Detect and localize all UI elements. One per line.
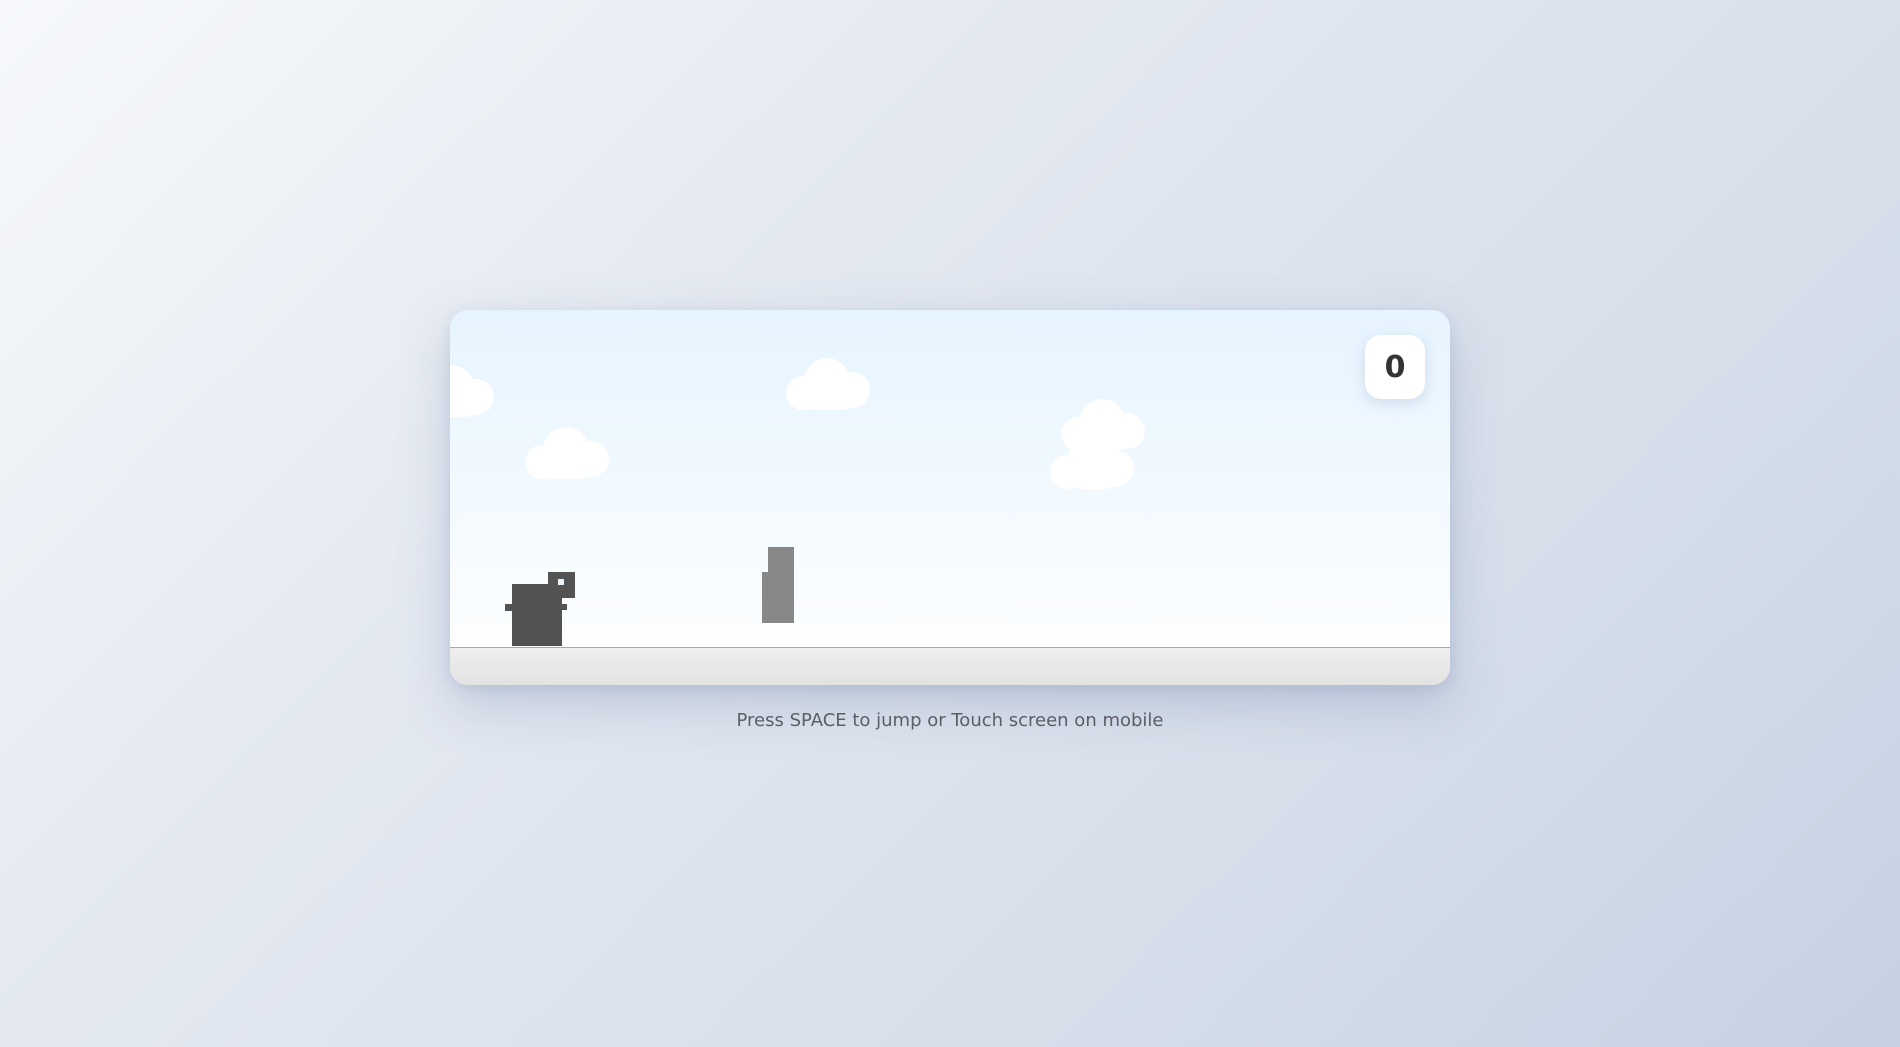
cloud-icon xyxy=(525,427,609,479)
dino-icon xyxy=(505,572,577,648)
cactus-icon xyxy=(762,547,794,623)
cloud-icon xyxy=(786,358,870,410)
cloud-icon xyxy=(450,365,494,417)
ground xyxy=(450,647,1450,685)
cloud-icon xyxy=(1050,437,1134,489)
game-canvas[interactable]: 0 xyxy=(450,310,1450,685)
instructions-text: Press SPACE to jump or Touch screen on m… xyxy=(736,710,1164,731)
score-display: 0 xyxy=(1365,335,1425,399)
